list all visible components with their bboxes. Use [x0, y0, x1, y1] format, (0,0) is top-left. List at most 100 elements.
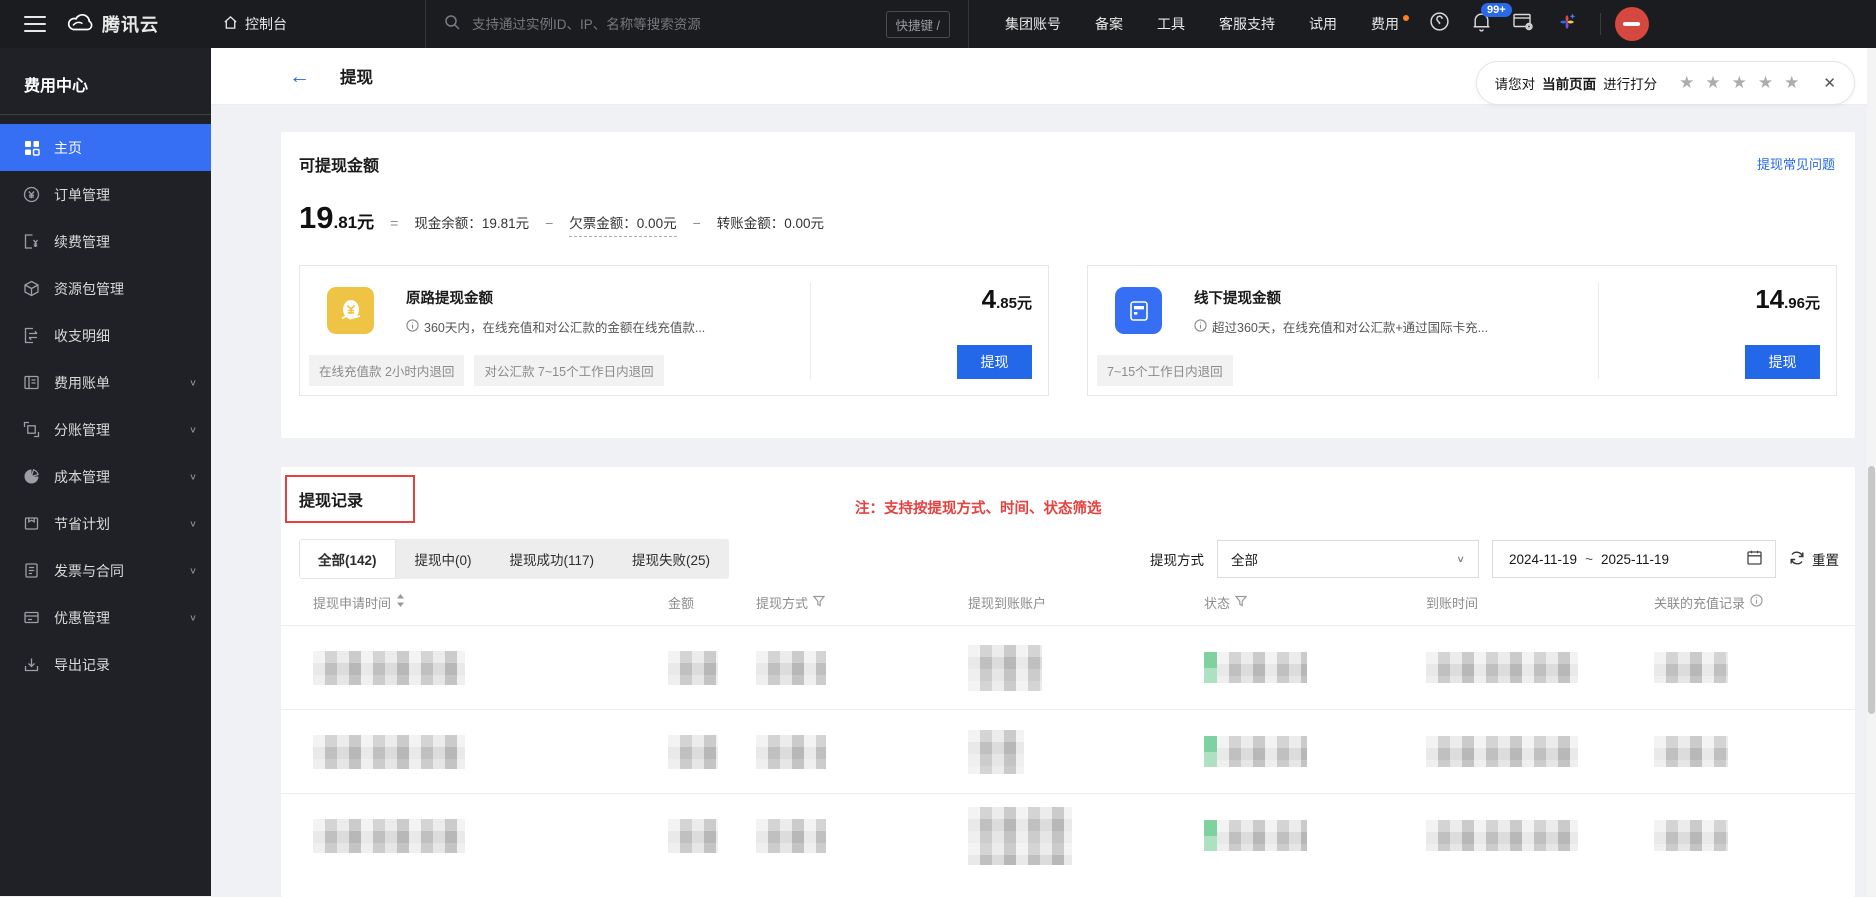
- table-header: 提现申请时间 金额 提现方式 提现到账账户: [281, 579, 1855, 625]
- redacted-cell: [313, 735, 465, 769]
- hamburger-menu-icon[interactable]: [24, 11, 46, 37]
- scrollbar-thumb[interactable]: [1868, 466, 1875, 714]
- filter-funnel-icon[interactable]: [813, 595, 825, 610]
- order-icon: [23, 186, 40, 203]
- redacted-cell: [313, 819, 465, 853]
- tab-failed[interactable]: 提现失败(25): [613, 539, 729, 579]
- col-status[interactable]: 状态: [1204, 593, 1426, 612]
- search-icon: [444, 14, 460, 35]
- topnav-tools[interactable]: 工具: [1157, 14, 1185, 34]
- feedback-icon[interactable]: [1429, 11, 1450, 37]
- bill-icon: [23, 374, 40, 391]
- records-title-highlight-box: 提现记录: [285, 475, 415, 523]
- withdraw-button[interactable]: 提现: [1745, 345, 1820, 379]
- balance-equation: 19.81元 = 现金余额：19.81元 − 欠票金额：0.00元 − 转账金额…: [299, 200, 1837, 237]
- close-icon[interactable]: ✕: [1823, 74, 1836, 92]
- back-arrow-icon[interactable]: ←: [289, 66, 310, 87]
- card-desc: 超过360天，在线充值和对公汇款+通过国际卡充...: [1194, 317, 1488, 336]
- home-icon: [223, 15, 238, 33]
- sidebar-item-cost-management[interactable]: 成本管理 ∨: [0, 453, 211, 500]
- col-amount: 金额: [668, 593, 756, 612]
- redacted-cell: [1654, 736, 1728, 767]
- sidebar-item-transactions[interactable]: 收支明细: [0, 312, 211, 359]
- sidebar-item-bills[interactable]: 费用账单 ∨: [0, 359, 211, 406]
- cloud-logo-icon: [66, 12, 93, 37]
- rating-stars: ★ ★ ★ ★ ★: [1679, 73, 1799, 93]
- owed-invoice-amount[interactable]: 欠票金额：0.00元: [569, 212, 676, 237]
- star-icon[interactable]: ★: [1732, 73, 1747, 93]
- tab-success[interactable]: 提现成功(117): [491, 539, 614, 579]
- user-avatar[interactable]: [1615, 7, 1649, 41]
- table-row[interactable]: [281, 793, 1855, 877]
- billing-alert-dot: [1403, 15, 1409, 21]
- sidebar-item-renewals[interactable]: 续费管理: [0, 218, 211, 265]
- date-range-picker[interactable]: 2024-11-19 ~ 2025-11-19: [1492, 540, 1776, 578]
- reset-button[interactable]: 重置: [1789, 549, 1839, 569]
- col-method[interactable]: 提现方式: [756, 593, 968, 612]
- redacted-cell: [756, 651, 826, 685]
- brand-logo[interactable]: 腾讯云: [66, 11, 159, 37]
- split-account-icon: [23, 421, 40, 438]
- redacted-cell: [968, 645, 1042, 691]
- topnav-trial[interactable]: 试用: [1309, 14, 1337, 34]
- withdrawable-amount: 19: [299, 200, 333, 236]
- home-grid-icon: [23, 139, 40, 156]
- search-input[interactable]: [472, 17, 886, 32]
- console-link[interactable]: 控制台: [223, 14, 287, 34]
- sort-icon[interactable]: [396, 594, 405, 610]
- redacted-cell: [756, 819, 826, 853]
- card-tags: 7~15个工作日内退回: [1097, 355, 1233, 386]
- chevron-down-icon: ∨: [189, 612, 197, 622]
- discount-icon: [23, 609, 40, 626]
- sidebar-item-home[interactable]: 主页: [0, 124, 211, 171]
- info-icon[interactable]: [1750, 594, 1763, 610]
- card-amount: 4: [982, 284, 996, 314]
- console-settings-icon[interactable]: [1513, 12, 1534, 36]
- original-route-withdraw-card: 原路提现金额 360天内，在线充值和对公汇款的金额在线充值款... 在线充值款 …: [299, 265, 1049, 396]
- method-select[interactable]: 全部 ∨: [1217, 540, 1479, 578]
- star-icon[interactable]: ★: [1705, 73, 1720, 93]
- sidebar-item-discounts[interactable]: 优惠管理 ∨: [0, 594, 211, 641]
- col-request-time[interactable]: 提现申请时间: [313, 593, 668, 612]
- savings-icon: [23, 515, 40, 532]
- withdraw-button[interactable]: 提现: [957, 345, 1032, 379]
- chevron-down-icon: ∨: [1456, 554, 1465, 565]
- sidebar-item-orders[interactable]: 订单管理: [0, 171, 211, 218]
- global-search[interactable]: 快捷键 /: [425, 0, 969, 48]
- table-row[interactable]: [281, 625, 1855, 709]
- sidebar-item-invoices-contracts[interactable]: 发票与合同 ∨: [0, 547, 211, 594]
- tag: 7~15个工作日内退回: [1097, 355, 1233, 386]
- withdrawable-section: 可提现金额 提现常见问题 19.81元 = 现金余额：19.81元 − 欠票金额…: [281, 132, 1855, 438]
- info-icon: [406, 319, 419, 335]
- tag: 在线充值款 2小时内退回: [309, 355, 464, 386]
- tab-in-progress[interactable]: 提现中(0): [396, 539, 491, 579]
- topnav-billing[interactable]: 费用: [1371, 14, 1399, 34]
- status-green-indicator: [1204, 820, 1217, 851]
- chevron-down-icon: ∨: [189, 377, 197, 387]
- topnav-support[interactable]: 客服支持: [1219, 14, 1275, 34]
- sidebar-item-export-records[interactable]: 导出记录: [0, 641, 211, 688]
- topnav-icp[interactable]: 备案: [1095, 14, 1123, 34]
- redacted-cell: [1426, 736, 1578, 767]
- star-icon[interactable]: ★: [1679, 73, 1694, 93]
- withdraw-faq-link[interactable]: 提现常见问题: [1757, 154, 1835, 173]
- sidebar-title: 费用中心: [0, 48, 211, 115]
- brand-name: 腾讯云: [102, 11, 159, 37]
- topbar: 腾讯云 控制台 快捷键 / 集团账号 备案 工具 客服支持 试用 费用: [0, 0, 1876, 48]
- tab-all[interactable]: 全部(142): [299, 539, 396, 579]
- shortcut-badge: 快捷键 /: [886, 11, 950, 38]
- topnav-group-account[interactable]: 集团账号: [1005, 14, 1061, 34]
- star-icon[interactable]: ★: [1784, 73, 1799, 93]
- filter-funnel-icon[interactable]: [1235, 595, 1247, 610]
- notifications-bell-icon[interactable]: 99+: [1472, 12, 1491, 37]
- sidebar-item-savings-plans[interactable]: 节省计划 ∨: [0, 500, 211, 547]
- star-icon[interactable]: ★: [1758, 73, 1773, 93]
- sidebar-item-split-accounts[interactable]: 分账管理 ∨: [0, 406, 211, 453]
- sidebar-item-resource-packages[interactable]: 资源包管理: [0, 265, 211, 312]
- card-desc: 360天内，在线充值和对公汇款的金额在线充值款...: [406, 317, 705, 336]
- ai-assistant-icon[interactable]: [1556, 11, 1578, 38]
- rating-target: 当前页面: [1542, 73, 1596, 93]
- col-account: 提现到账账户: [968, 593, 1204, 612]
- table-row[interactable]: [281, 709, 1855, 793]
- vertical-scrollbar[interactable]: [1867, 48, 1876, 896]
